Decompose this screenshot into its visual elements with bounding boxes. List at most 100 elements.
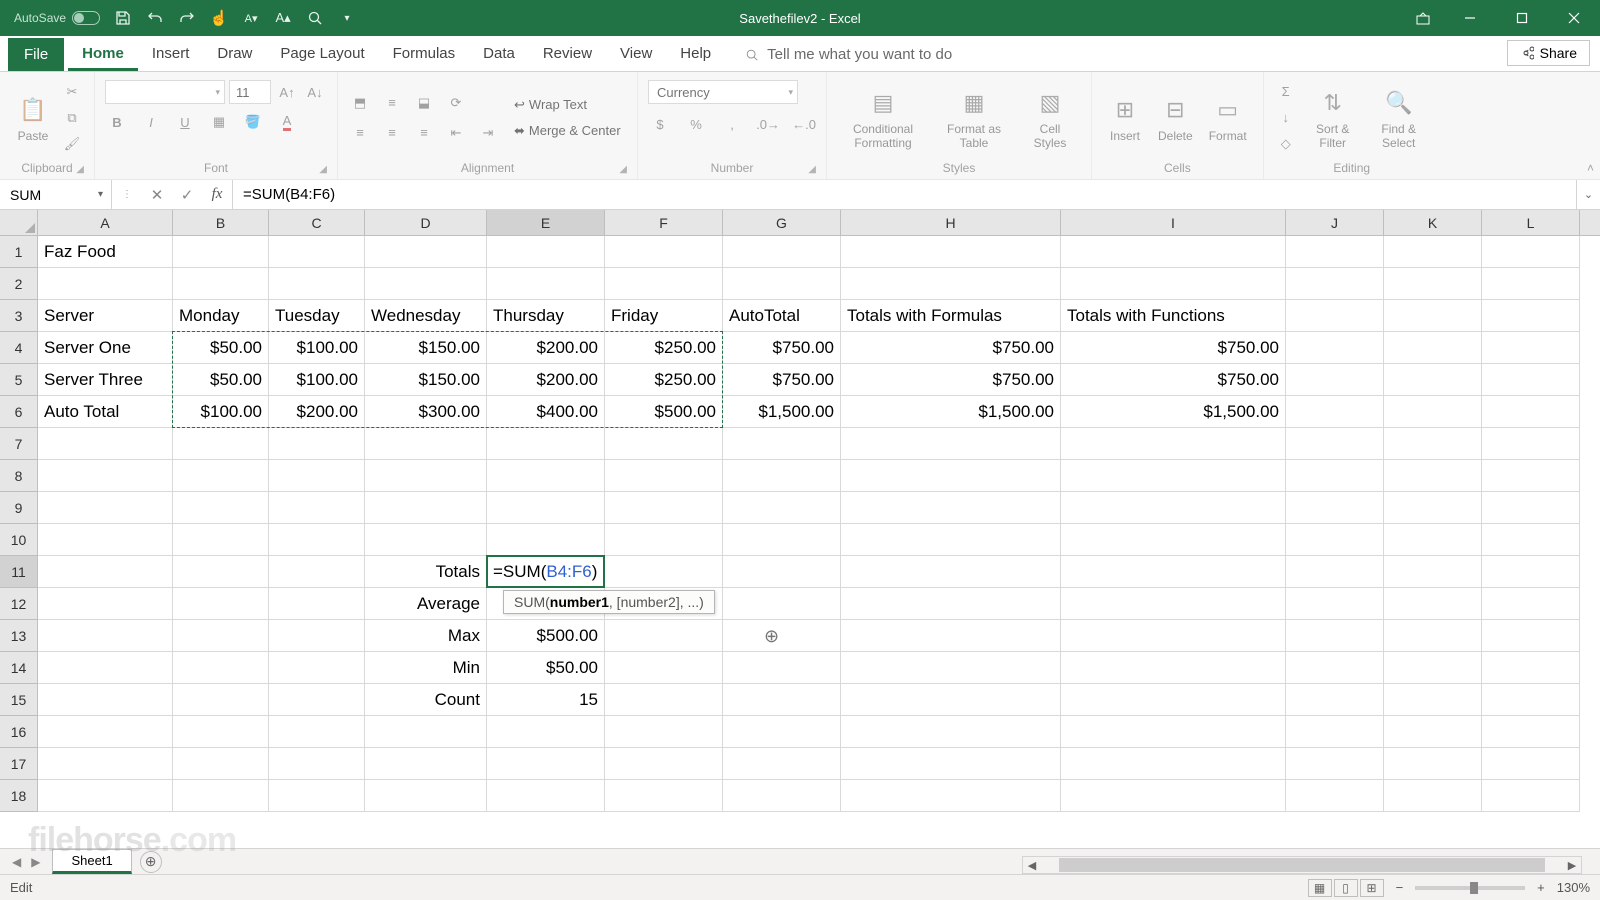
cells-area[interactable]: Faz FoodServerMondayTuesdayWednesdayThur… xyxy=(38,236,1600,848)
cell[interactable] xyxy=(487,716,605,748)
cell[interactable] xyxy=(1061,716,1286,748)
cell[interactable]: $750.00 xyxy=(723,332,841,364)
cell[interactable]: $500.00 xyxy=(605,396,723,428)
increase-font-icon[interactable]: A↑ xyxy=(275,82,299,102)
cell[interactable] xyxy=(269,492,365,524)
column-header[interactable]: C xyxy=(269,210,365,235)
tab-draw[interactable]: Draw xyxy=(203,37,266,71)
increase-decimal-icon[interactable]: .0→ xyxy=(756,114,780,134)
decrease-indent-icon[interactable]: ⇤ xyxy=(444,123,468,143)
cell[interactable] xyxy=(605,428,723,460)
cell[interactable]: Max xyxy=(365,620,487,652)
ribbon-options-button[interactable] xyxy=(1402,0,1444,36)
cell[interactable] xyxy=(173,748,269,780)
cell[interactable] xyxy=(723,268,841,300)
row-header[interactable]: 16 xyxy=(0,716,37,748)
cell[interactable]: $100.00 xyxy=(173,396,269,428)
autosave-toggle[interactable]: AutoSave xyxy=(14,11,100,25)
cell[interactable] xyxy=(841,460,1061,492)
cell[interactable] xyxy=(173,684,269,716)
decrease-decimal-icon[interactable]: ←.0 xyxy=(792,114,816,134)
cell[interactable] xyxy=(487,492,605,524)
cell[interactable] xyxy=(1482,364,1580,396)
dialog-launcher-icon[interactable]: ◢ xyxy=(76,164,84,175)
cell[interactable] xyxy=(1384,684,1482,716)
enter-button[interactable]: ✓ xyxy=(172,186,202,204)
cell[interactable] xyxy=(173,620,269,652)
cell[interactable] xyxy=(1061,236,1286,268)
cell[interactable] xyxy=(1384,588,1482,620)
tab-file[interactable]: File xyxy=(8,38,64,71)
column-header[interactable]: G xyxy=(723,210,841,235)
insert-cells-button[interactable]: ⊞Insert xyxy=(1102,91,1148,145)
cell[interactable] xyxy=(1482,716,1580,748)
number-format-select[interactable]: Currency xyxy=(648,80,798,104)
cell[interactable]: Totals xyxy=(365,556,487,588)
cell[interactable]: Count xyxy=(365,684,487,716)
save-icon[interactable] xyxy=(114,9,132,27)
cell[interactable] xyxy=(1286,748,1384,780)
cell[interactable] xyxy=(1384,428,1482,460)
sheet-nav-next-icon[interactable]: ▶ xyxy=(27,853,44,871)
cell[interactable] xyxy=(1384,492,1482,524)
cell[interactable]: $250.00 xyxy=(605,332,723,364)
cell[interactable] xyxy=(487,268,605,300)
scroll-thumb[interactable] xyxy=(1059,858,1545,872)
cell[interactable] xyxy=(1286,684,1384,716)
cell[interactable] xyxy=(1482,780,1580,812)
sort-filter-button[interactable]: ⇅Sort & Filter xyxy=(1302,84,1364,152)
cell-styles-button[interactable]: ▧Cell Styles xyxy=(1019,84,1081,152)
cell[interactable] xyxy=(1482,492,1580,524)
cell[interactable] xyxy=(1482,748,1580,780)
cell[interactable] xyxy=(723,428,841,460)
cell[interactable] xyxy=(38,268,173,300)
new-sheet-button[interactable]: ⊕ xyxy=(140,851,162,873)
cell[interactable] xyxy=(38,780,173,812)
cell[interactable]: $50.00 xyxy=(487,652,605,684)
row-header[interactable]: 3 xyxy=(0,300,37,332)
cell[interactable] xyxy=(269,716,365,748)
cell[interactable] xyxy=(269,556,365,588)
cell[interactable]: Faz Food xyxy=(38,236,173,268)
cell[interactable] xyxy=(1482,396,1580,428)
column-headers[interactable]: ABCDEFGHIJKL xyxy=(38,210,1600,236)
cell[interactable] xyxy=(365,492,487,524)
name-box-dropdown[interactable]: ⋮ xyxy=(112,189,142,200)
column-header[interactable]: E xyxy=(487,210,605,235)
cell[interactable] xyxy=(723,620,841,652)
cell[interactable] xyxy=(1482,428,1580,460)
cell[interactable] xyxy=(605,492,723,524)
cell[interactable]: Monday xyxy=(173,300,269,332)
undo-icon[interactable] xyxy=(146,9,164,27)
cell[interactable] xyxy=(1061,652,1286,684)
cell[interactable] xyxy=(173,716,269,748)
percent-icon[interactable]: % xyxy=(684,114,708,134)
cell[interactable] xyxy=(841,588,1061,620)
touch-mode-icon[interactable]: ☝ xyxy=(210,9,228,27)
cell[interactable]: Server xyxy=(38,300,173,332)
share-button[interactable]: Share xyxy=(1507,40,1590,66)
cell[interactable] xyxy=(173,460,269,492)
row-header[interactable]: 9 xyxy=(0,492,37,524)
cell[interactable] xyxy=(1482,524,1580,556)
cell[interactable] xyxy=(1061,524,1286,556)
cell[interactable] xyxy=(173,652,269,684)
column-header[interactable]: F xyxy=(605,210,723,235)
cell[interactable] xyxy=(365,268,487,300)
fill-icon[interactable]: ↓ xyxy=(1274,108,1298,128)
maximize-button[interactable] xyxy=(1496,0,1548,36)
cell[interactable] xyxy=(38,716,173,748)
cell[interactable] xyxy=(365,524,487,556)
column-header[interactable]: D xyxy=(365,210,487,235)
fx-button[interactable]: fx xyxy=(202,186,232,203)
cell[interactable]: Totals with Formulas xyxy=(841,300,1061,332)
cell[interactable]: $50.00 xyxy=(173,332,269,364)
cell[interactable] xyxy=(38,588,173,620)
cell[interactable] xyxy=(1384,716,1482,748)
row-header[interactable]: 17 xyxy=(0,748,37,780)
tab-view[interactable]: View xyxy=(606,37,666,71)
cell[interactable] xyxy=(365,780,487,812)
cell[interactable] xyxy=(1384,652,1482,684)
cell[interactable] xyxy=(1286,620,1384,652)
cell[interactable] xyxy=(723,460,841,492)
